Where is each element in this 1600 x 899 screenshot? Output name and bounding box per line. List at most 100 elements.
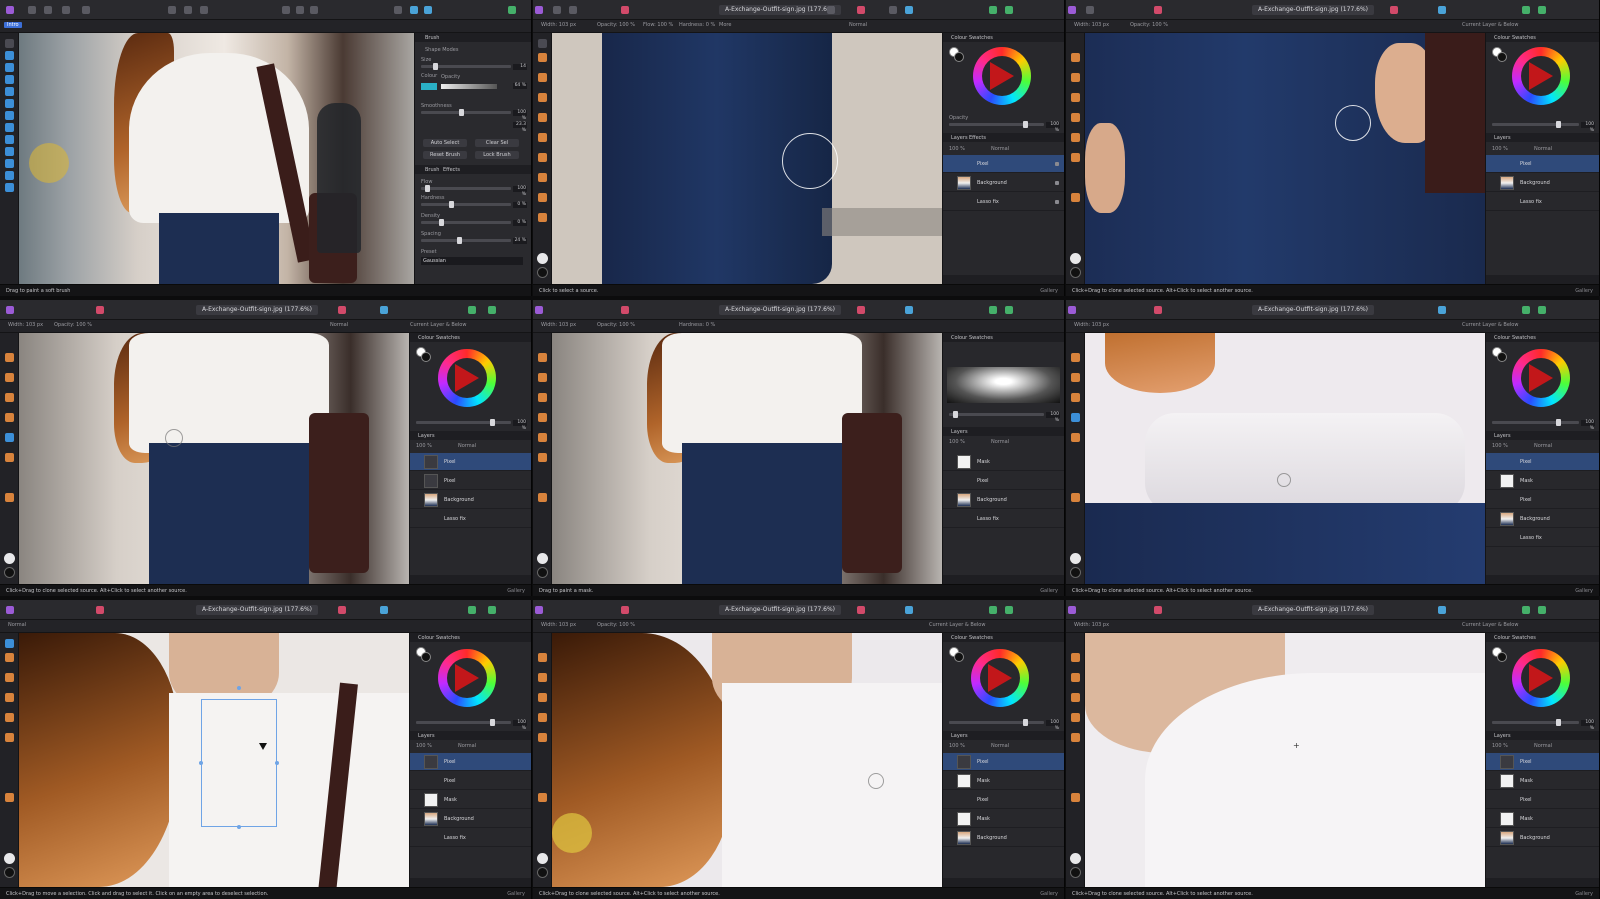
quick-mask-icon[interactable] xyxy=(857,606,865,614)
layer-row[interactable]: Pixel xyxy=(1486,491,1599,509)
selection-handle[interactable] xyxy=(199,761,203,765)
quick-mask-icon[interactable] xyxy=(410,6,418,14)
studio-icon[interactable] xyxy=(1005,6,1013,14)
gradient-tool-icon[interactable] xyxy=(538,133,547,142)
color-wheel[interactable] xyxy=(973,47,1031,105)
canvas[interactable] xyxy=(1085,333,1485,584)
brush-panel-title[interactable]: Brush xyxy=(425,35,439,41)
layer-row[interactable]: Pixel xyxy=(1486,753,1599,771)
pen-tool-icon[interactable] xyxy=(1071,193,1080,202)
opacity-slider[interactable] xyxy=(1492,121,1579,128)
adjust-icon[interactable] xyxy=(1154,606,1162,614)
fill-tool-icon[interactable] xyxy=(1071,413,1080,422)
opacity-slider[interactable] xyxy=(949,411,1044,418)
paint-brush-icon[interactable] xyxy=(538,353,547,362)
opacity-slider[interactable] xyxy=(949,719,1044,726)
text-tool-icon[interactable] xyxy=(538,153,547,162)
tab-layers[interactable]: Layers xyxy=(951,135,968,141)
fill-tool-icon[interactable] xyxy=(5,413,14,422)
smoothness-slider[interactable] xyxy=(421,109,511,116)
blend-mode[interactable]: Normal xyxy=(1534,146,1552,152)
text-tool-icon[interactable] xyxy=(1071,153,1080,162)
ctx-opacity[interactable]: Opacity: 100 % xyxy=(54,322,92,328)
density-knob[interactable] xyxy=(439,219,444,226)
opacity-value[interactable]: 100 % xyxy=(1046,720,1060,731)
color-swatch-pair[interactable] xyxy=(1492,347,1507,362)
adjust-icon[interactable] xyxy=(621,6,629,14)
tab-brush[interactable]: Brush xyxy=(425,167,439,173)
studio-icon[interactable] xyxy=(1005,606,1013,614)
flood-select-icon[interactable] xyxy=(5,99,14,108)
clone-tool-icon[interactable] xyxy=(538,373,547,382)
clone-tool-icon[interactable] xyxy=(5,183,14,192)
healing-tool-icon[interactable] xyxy=(538,93,547,102)
marquee-icon[interactable] xyxy=(282,6,290,14)
opacity-gradient-bar[interactable] xyxy=(441,84,497,89)
tab-layers[interactable]: Layers xyxy=(418,433,435,439)
layer-row[interactable]: Mask xyxy=(943,810,1064,828)
paint-brush-icon[interactable] xyxy=(1071,53,1080,62)
layer-row[interactable]: Background xyxy=(943,174,1064,192)
layer-row[interactable]: Background xyxy=(943,491,1064,509)
adjust-icon[interactable] xyxy=(1154,6,1162,14)
layer-row[interactable]: Mask xyxy=(1486,810,1599,828)
secondary-color-icon[interactable] xyxy=(1070,267,1081,278)
layer-row[interactable]: Pixel xyxy=(943,472,1064,490)
move-tool-icon[interactable] xyxy=(5,639,14,648)
fill-tool-icon[interactable] xyxy=(1071,713,1080,722)
size-slider[interactable] xyxy=(421,63,511,70)
persona-photo-icon[interactable] xyxy=(553,6,561,14)
flow-slider[interactable] xyxy=(421,185,511,192)
tab-effects[interactable]: Effects xyxy=(969,135,986,141)
hardness-knob[interactable] xyxy=(449,201,454,208)
quick-mask-icon[interactable] xyxy=(338,306,346,314)
ctx-width[interactable]: Width: 103 px xyxy=(541,622,576,628)
quick-mask-icon[interactable] xyxy=(857,6,865,14)
arrange-icon[interactable] xyxy=(424,6,432,14)
tab-swatches[interactable]: Swatches xyxy=(1512,35,1536,41)
document-title[interactable]: A-Exchange-Outfit-sign.jpg (177.6%) xyxy=(719,305,842,315)
layer-opacity[interactable]: 100 % xyxy=(416,443,432,449)
opacity-knob[interactable] xyxy=(490,719,495,726)
opacity-value[interactable]: 100 % xyxy=(513,420,527,431)
shape-tool-icon[interactable] xyxy=(538,173,547,182)
ctx-width[interactable]: Width: 103 px xyxy=(541,22,576,28)
tab-effects[interactable]: Effects xyxy=(443,167,460,173)
tab-colour[interactable]: Colour xyxy=(951,335,967,341)
layer-row[interactable]: Mask xyxy=(943,772,1064,790)
color-wheel[interactable] xyxy=(1512,649,1570,707)
ctx-opacity[interactable]: Opacity: 100 % xyxy=(597,622,635,628)
gradient-tool-icon[interactable] xyxy=(1071,133,1080,142)
layer-row[interactable]: Pixel xyxy=(943,753,1064,771)
layer-row[interactable]: Mask xyxy=(410,791,531,809)
arrange-icon[interactable] xyxy=(1438,6,1446,14)
opacity-knob[interactable] xyxy=(1556,719,1561,726)
tab-colour[interactable]: Colour xyxy=(951,35,967,41)
healing-tool-icon[interactable] xyxy=(5,693,14,702)
tab-colour[interactable]: Colour xyxy=(1494,335,1510,341)
smoothness-knob[interactable] xyxy=(459,109,464,116)
layer-row[interactable]: Lasso fix xyxy=(943,193,1064,211)
lock-brush-button[interactable]: Lock Brush xyxy=(475,151,519,159)
opacity-knob[interactable] xyxy=(953,411,958,418)
document-title[interactable]: A-Exchange-Outfit-sign.jpg (177.6%) xyxy=(1252,305,1375,315)
color-triangle[interactable] xyxy=(1529,664,1553,692)
color-wheel[interactable] xyxy=(438,349,496,407)
hardness-value[interactable]: 0 % xyxy=(513,202,527,208)
gradient-tool-icon[interactable] xyxy=(5,733,14,742)
paint-brush-icon[interactable] xyxy=(5,653,14,662)
app-logo-icon[interactable] xyxy=(6,606,14,614)
app-logo-icon[interactable] xyxy=(6,306,14,314)
ctx-opacity[interactable]: Opacity: 100 % xyxy=(597,322,635,328)
brush-select-icon[interactable] xyxy=(310,6,318,14)
canvas[interactable] xyxy=(19,333,409,584)
assistant-icon[interactable] xyxy=(989,6,997,14)
brush-color-swatch[interactable] xyxy=(421,83,437,90)
persona-photo-icon[interactable] xyxy=(28,6,36,14)
layer-row[interactable]: Lasso fix xyxy=(1486,193,1599,211)
color-swatch-pair[interactable] xyxy=(1492,647,1507,662)
opacity-slider[interactable] xyxy=(416,719,511,726)
color-triangle[interactable] xyxy=(1529,62,1553,90)
fill-tool-icon[interactable] xyxy=(5,147,14,156)
vector-crop-icon[interactable] xyxy=(538,213,547,222)
